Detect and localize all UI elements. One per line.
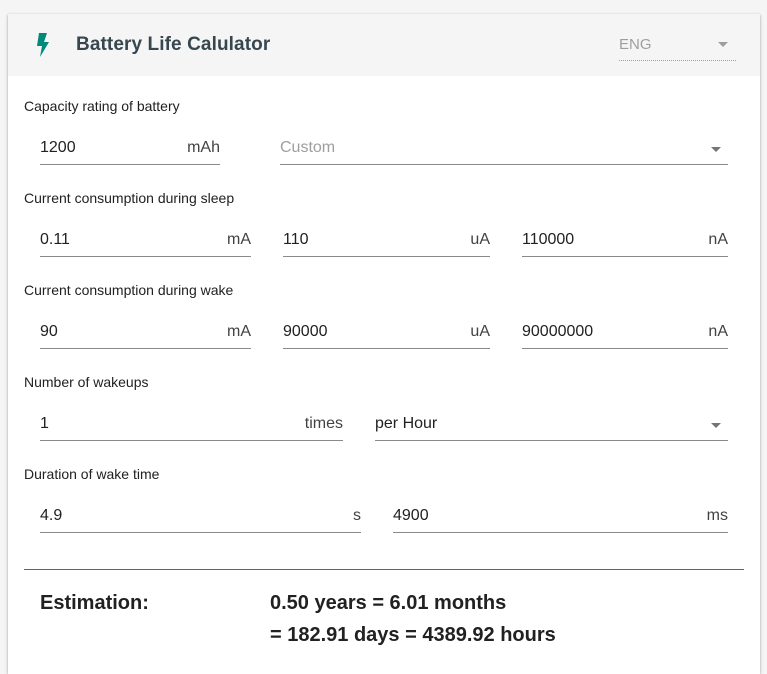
sleep-current-ma-input[interactable]: 0.11 mA xyxy=(40,224,251,257)
wakeups-unit: times xyxy=(304,415,343,432)
capacity-value: 1200 xyxy=(40,139,76,156)
sleep-current-ua-value: 110 xyxy=(283,231,309,248)
wake-duration-ms-unit: ms xyxy=(706,507,728,524)
estimation-label: Estimation: xyxy=(40,592,149,614)
wake-current-ma-value: 90 xyxy=(40,323,58,340)
wakeup-period-value: per Hour xyxy=(375,415,438,432)
sleep-current-ma-unit: mA xyxy=(227,231,251,248)
lightning-bolt-icon xyxy=(37,33,49,57)
sleep-current-ma-value: 0.11 xyxy=(40,231,70,248)
battery-preset-select[interactable]: Custom xyxy=(280,132,728,165)
wake-current-ua-value: 90000 xyxy=(283,323,328,340)
estimation-line-1: 0.50 years = 6.01 months xyxy=(270,592,507,614)
battery-preset-placeholder: Custom xyxy=(280,139,336,156)
wake-current-na-input[interactable]: 90000000 nA xyxy=(522,316,728,349)
sleep-current-na-unit: nA xyxy=(708,231,728,248)
app-title: Battery Life Calulator xyxy=(76,34,271,55)
sleep-current-label: Current consumption during sleep xyxy=(24,190,235,206)
wake-duration-ms-value: 4900 xyxy=(393,507,429,524)
calculator-card: Battery Life Calulator ENG Capacity rati… xyxy=(8,14,760,674)
wake-current-na-value: 90000000 xyxy=(522,323,594,340)
wake-current-na-unit: nA xyxy=(708,323,728,340)
sleep-current-ua-unit: uA xyxy=(470,231,490,248)
wake-current-ua-input[interactable]: 90000 uA xyxy=(283,316,490,349)
wake-duration-s-unit: s xyxy=(353,507,361,524)
language-value: ENG xyxy=(619,36,652,53)
wake-duration-s-value: 4.9 xyxy=(40,507,63,524)
sleep-current-ua-input[interactable]: 110 uA xyxy=(283,224,490,257)
app-header: Battery Life Calulator ENG xyxy=(8,14,760,76)
wake-current-label: Current consumption during wake xyxy=(24,282,234,298)
capacity-input[interactable]: 1200 mAh xyxy=(40,132,220,165)
capacity-unit: mAh xyxy=(187,139,220,156)
capacity-label: Capacity rating of battery xyxy=(24,98,180,114)
sleep-current-na-input[interactable]: 110000 nA xyxy=(522,224,728,257)
wake-current-ma-unit: mA xyxy=(227,323,251,340)
chevron-down-icon xyxy=(711,147,721,152)
wakeup-period-select[interactable]: per Hour xyxy=(375,408,728,441)
chevron-down-icon xyxy=(711,423,721,428)
wake-current-ma-input[interactable]: 90 mA xyxy=(40,316,251,349)
language-select[interactable]: ENG xyxy=(619,28,736,61)
wake-current-ua-unit: uA xyxy=(470,323,490,340)
wake-duration-ms-input[interactable]: 4900 ms xyxy=(393,500,728,533)
wake-duration-label: Duration of wake time xyxy=(24,466,160,482)
estimation-line-2: = 182.91 days = 4389.92 hours xyxy=(270,624,556,646)
chevron-down-icon xyxy=(718,42,728,47)
wakeups-label: Number of wakeups xyxy=(24,374,149,390)
sleep-current-na-value: 110000 xyxy=(522,231,575,248)
wakeups-input[interactable]: 1 times xyxy=(40,408,343,441)
wake-duration-s-input[interactable]: 4.9 s xyxy=(40,500,361,533)
wakeups-value: 1 xyxy=(40,415,49,432)
result-divider xyxy=(24,569,744,570)
